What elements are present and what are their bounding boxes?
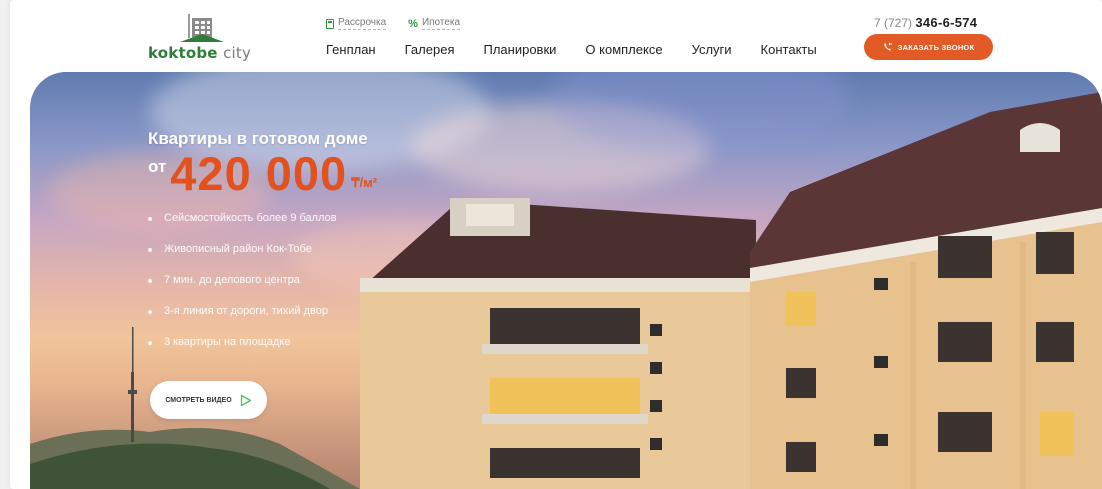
logo-text: koktobe city bbox=[148, 44, 251, 62]
nav-item-contacts[interactable]: Контакты bbox=[761, 42, 817, 57]
nav-item-genplan[interactable]: Генплан bbox=[326, 42, 376, 57]
watch-video-button[interactable]: смотреть видео bbox=[150, 381, 267, 419]
mortgage-label: Ипотека bbox=[421, 17, 461, 30]
nav-item-services[interactable]: Услуги bbox=[692, 42, 732, 57]
logo-text-koktobe: koktobe bbox=[148, 44, 218, 62]
phone-main: 346-6-574 bbox=[915, 15, 978, 30]
price-unit: ₸/м² bbox=[351, 175, 378, 190]
nav-item-layouts[interactable]: Планировки bbox=[483, 42, 556, 57]
phone-prefix: 7 (727) bbox=[874, 16, 916, 30]
play-triangle-icon bbox=[240, 394, 251, 406]
hero-banner: Квартиры в готовом доме от 420 000 ₸/м² … bbox=[30, 72, 1102, 489]
phone-number[interactable]: 7 (727) 346-6-574 bbox=[874, 15, 977, 30]
installment-link[interactable]: Рассрочка bbox=[326, 17, 387, 30]
feature-item: Живописный район Кок-Тобе bbox=[148, 243, 337, 274]
feature-item: 3-я линия от дороги, тихий двор bbox=[148, 305, 337, 336]
price-prefix: от bbox=[148, 157, 167, 176]
percent-icon: % bbox=[408, 17, 418, 30]
main-nav: Генплан Галерея Планировки О комплексе У… bbox=[326, 42, 817, 57]
feature-item: 3 квартиры на площадке bbox=[148, 336, 337, 367]
mortgage-link[interactable]: % Ипотека bbox=[408, 17, 461, 30]
top-links: Рассрочка % Ипотека bbox=[326, 17, 461, 30]
page: koktobe city Рассрочка % Ипотека Генплан… bbox=[10, 0, 1102, 489]
nav-item-gallery[interactable]: Галерея bbox=[405, 42, 455, 57]
feature-list: Сейсмостойкость более 9 баллов Живописны… bbox=[148, 212, 337, 367]
price-block: от 420 000 ₸/м² bbox=[148, 150, 377, 197]
hero-headline: Квартиры в готовом доме bbox=[148, 129, 368, 148]
feature-item: 7 мин. до делового центра bbox=[148, 274, 337, 305]
logo[interactable]: koktobe city bbox=[148, 14, 258, 62]
phone-call-icon bbox=[884, 42, 892, 51]
calculator-icon bbox=[326, 18, 334, 29]
watch-video-label: смотреть видео bbox=[165, 396, 232, 404]
price-value: 420 000 bbox=[170, 147, 348, 200]
logo-text-city: city bbox=[223, 44, 252, 62]
building-logo-icon bbox=[180, 14, 224, 42]
nav-item-about[interactable]: О комплексе bbox=[585, 42, 662, 57]
callback-button[interactable]: заказать звонок bbox=[864, 34, 993, 60]
feature-item: Сейсмостойкость более 9 баллов bbox=[148, 212, 337, 243]
callback-label: заказать звонок bbox=[897, 42, 975, 52]
installment-label: Рассрочка bbox=[338, 17, 387, 30]
